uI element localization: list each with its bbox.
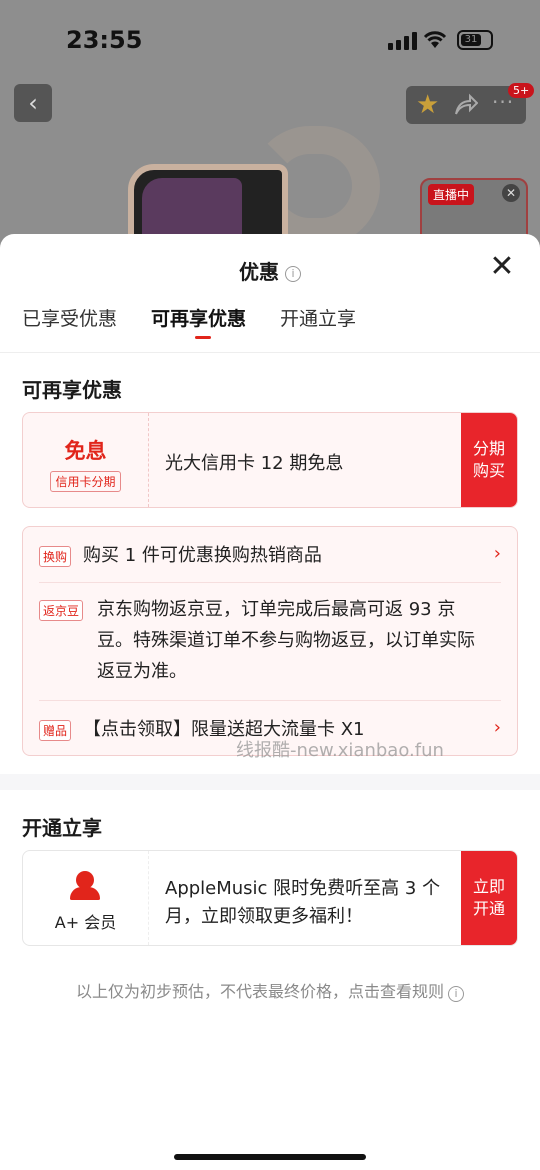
info-icon[interactable]: i — [285, 266, 301, 282]
installment-text: 光大信用卡 12 期免息 — [165, 453, 344, 474]
tab-enjoyed[interactable]: 已享受优惠 — [22, 304, 117, 341]
installment-buy-button[interactable]: 分期购买 — [461, 413, 517, 507]
promo-row-jingdou: 返京豆 京东购物返京豆，订单完成后最高可返 93 京豆。特殊渠道订单不参与购物返… — [39, 597, 501, 692]
sheet-title-text: 优惠 — [239, 260, 279, 284]
member-card-left: A+ 会员 — [23, 851, 149, 945]
divider — [39, 582, 501, 583]
promo-text: 京东购物返京豆，订单完成后最高可返 93 京豆。特殊渠道订单不参与购物返豆，以订… — [97, 599, 475, 682]
back-button[interactable]: ‹ — [14, 84, 52, 122]
watermark: 线报酷-new.xianbao.fun — [236, 740, 444, 761]
section-title-open-enjoy: 开通立享 — [22, 816, 102, 840]
promo-tag: 换购 — [39, 546, 72, 567]
divider — [0, 352, 540, 353]
interest-free-title: 免息 — [64, 439, 107, 463]
installment-card[interactable]: 免息 信用卡分期 光大信用卡 12 期免息 分期购买 — [22, 412, 518, 508]
tab-open-enjoy[interactable]: 开通立享 — [280, 304, 356, 341]
status-time: 23:55 — [66, 26, 143, 54]
footnote-text: 以上仅为初步预估，不代表最终价格，点击查看规则 — [75, 982, 444, 1001]
promo-list: 换购 购买 1 件可优惠换购热销商品 › 返京豆 京东购物返京豆，订单完成后最高… — [22, 526, 518, 756]
member-avatar-icon — [23, 871, 148, 901]
info-icon[interactable]: i — [448, 986, 464, 1002]
close-button[interactable]: ✕ — [488, 252, 516, 282]
sheet-title: 优惠 i — [0, 256, 540, 285]
wifi-icon — [423, 31, 447, 48]
live-tag: 直播中 — [428, 184, 475, 205]
status-bar: 23:55 31 — [0, 0, 540, 80]
discount-sheet: 优惠 i ✕ 已享受优惠 可再享优惠 开通立享 可再享优惠 免息 信用卡分期 光大… — [0, 234, 540, 1170]
footnote[interactable]: 以上仅为初步预估，不代表最终价格，点击查看规则 i — [0, 978, 540, 1002]
cellular-signal-icon — [388, 32, 417, 50]
credit-installment-tag: 信用卡分期 — [50, 471, 121, 492]
member-label: A+ 会员 — [54, 913, 117, 932]
battery-icon: 31 — [457, 30, 493, 50]
member-benefit-text: AppleMusic 限时免费听至高 3 个月，立即领取更多福利！ — [165, 878, 441, 927]
home-indicator — [174, 1154, 366, 1160]
section-separator — [0, 774, 540, 790]
tab-reenjoy[interactable]: 可再享优惠 — [151, 304, 246, 341]
member-card[interactable]: A+ 会员 AppleMusic 限时免费听至高 3 个月，立即领取更多福利！ … — [22, 850, 518, 946]
promo-text: 购买 1 件可优惠换购热销商品 — [83, 545, 322, 566]
tab-bar: 已享受优惠 可再享优惠 开通立享 — [22, 304, 356, 341]
product-page-background: 23:55 31 ‹ ★ ··· 5+ 直播中 ✕ — [0, 0, 540, 260]
chevron-right-icon: › — [493, 543, 501, 564]
close-icon[interactable]: ✕ — [502, 184, 520, 202]
installment-card-left: 免息 信用卡分期 — [23, 413, 149, 507]
cart-badge: 5+ — [508, 83, 535, 98]
section-title-reenjoy: 可再享优惠 — [22, 378, 122, 402]
battery-level: 31 — [461, 34, 481, 46]
promo-tag: 返京豆 — [39, 600, 84, 621]
chevron-right-icon: › — [493, 717, 501, 738]
open-member-button[interactable]: 立即开通 — [461, 851, 517, 945]
share-icon[interactable] — [452, 92, 478, 118]
divider — [39, 700, 501, 701]
promo-row-exchange[interactable]: 换购 购买 1 件可优惠换购热销商品 › — [39, 543, 501, 569]
promo-tag: 赠品 — [39, 720, 72, 741]
favorite-star-icon[interactable]: ★ — [416, 90, 439, 120]
